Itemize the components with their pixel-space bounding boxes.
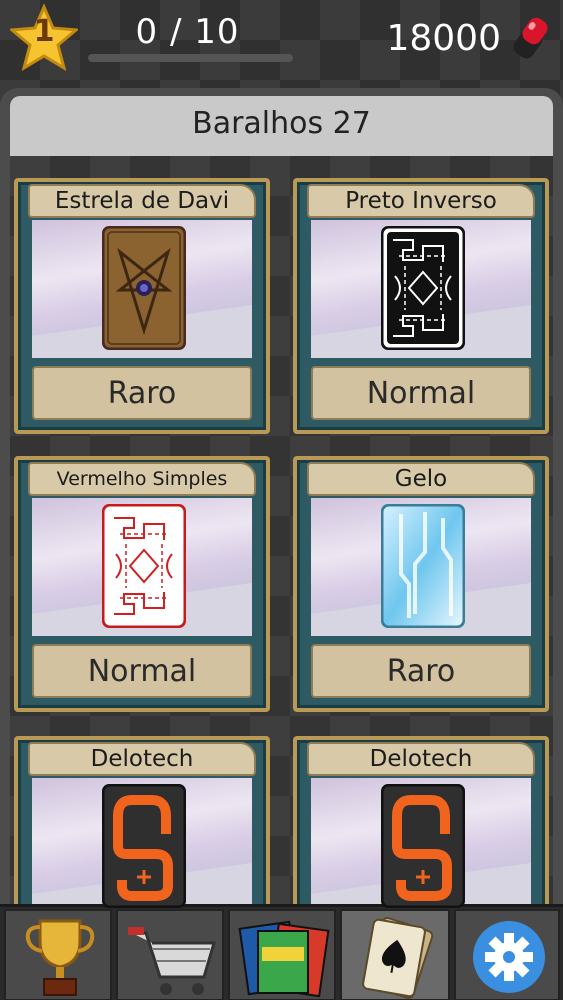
tab-trophies[interactable] [4, 909, 112, 1000]
truco-packs-icon [238, 920, 330, 998]
deck-art [32, 220, 252, 358]
deck-grid[interactable]: Estrela de Davi Raro Preto Inverso Norma… [10, 156, 553, 908]
deck-card-gelo[interactable]: Gelo Raro [293, 456, 549, 712]
deck-card-delotech-2[interactable]: Delotech [293, 736, 549, 908]
tab-decks[interactable] [340, 909, 450, 1000]
deck-card-estrela-de-davi[interactable]: Estrela de Davi Raro [14, 178, 270, 434]
deck-art [311, 498, 531, 636]
deck-rarity: Normal [32, 644, 252, 698]
bottom-tab-bar [0, 904, 563, 1000]
deck-name: Preto Inverso [307, 184, 535, 218]
deck-name: Gelo [307, 462, 535, 496]
tab-shop[interactable] [116, 909, 224, 1000]
deck-art [311, 778, 531, 908]
deck-art [32, 498, 252, 636]
decks-panel: Baralhos 27 Estrela de Davi Raro Preto I… [0, 88, 563, 908]
deck-back-pentagram-icon [102, 226, 186, 350]
xp-progress-bar [88, 54, 293, 62]
app-screen: 1 0 / 10 18000 Baralhos 27 Estrela de Da… [0, 0, 563, 1000]
deck-back-ice-icon [381, 504, 465, 628]
coin-balance: 18000 [386, 18, 501, 59]
deck-rarity: Normal [311, 366, 531, 420]
deck-art [32, 778, 252, 908]
deck-card-vermelho-simples[interactable]: Vermelho Simples Normal [14, 456, 270, 712]
panel-title: Baralhos 27 [192, 106, 371, 141]
deck-rarity: Raro [32, 366, 252, 420]
deck-back-delotech-icon [102, 784, 186, 908]
deck-name: Delotech [28, 742, 256, 776]
deck-art [311, 220, 531, 358]
panel-header: Baralhos 27 [10, 96, 553, 156]
tab-packs[interactable] [228, 909, 336, 1000]
level-number: 1 [33, 14, 55, 49]
deck-name: Delotech [307, 742, 535, 776]
trophy-icon [25, 919, 95, 996]
shopping-cart-icon [128, 927, 217, 995]
deck-rarity: Raro [311, 644, 531, 698]
top-bar: 1 0 / 10 18000 [0, 0, 563, 80]
deck-back-red-icon [102, 504, 186, 628]
xp-counter: 0 / 10 [135, 12, 240, 52]
deck-card-delotech[interactable]: Delotech [14, 736, 270, 908]
deck-name: Vermelho Simples [28, 462, 256, 496]
red-gem-icon[interactable] [507, 14, 555, 66]
tab-settings[interactable] [454, 909, 560, 1000]
deck-cards-icon [362, 916, 434, 1000]
deck-name: Estrela de Davi [28, 184, 256, 218]
deck-card-preto-inverso[interactable]: Preto Inverso Normal [293, 178, 549, 434]
settings-gear-icon [473, 921, 545, 993]
deck-back-delotech-icon [381, 784, 465, 908]
deck-back-black-icon [381, 226, 465, 350]
